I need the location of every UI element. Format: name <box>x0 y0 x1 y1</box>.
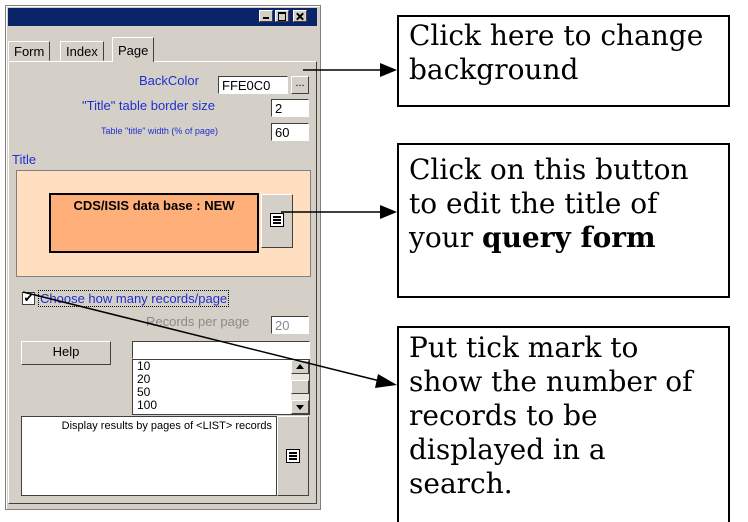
edit-form-icon <box>286 449 300 463</box>
backcolor-field[interactable]: FFE0C0 <box>218 76 288 94</box>
title-preview-box: CDS/ISIS data base : NEW <box>49 193 259 253</box>
list-scrollbar[interactable] <box>291 360 309 414</box>
scroll-thumb[interactable] <box>291 380 309 394</box>
callout-edit-title: Click on this button to edit the title o… <box>397 143 730 298</box>
title-label: Title <box>12 152 37 167</box>
records-per-page-checkbox[interactable]: ✔ <box>22 292 35 305</box>
title-bar <box>8 8 317 26</box>
list-item[interactable]: 10 <box>133 360 309 373</box>
scroll-up-icon[interactable] <box>291 360 309 374</box>
list-item[interactable]: 50 <box>133 386 309 399</box>
records-options-list[interactable]: 10 20 50 100 <box>132 359 310 415</box>
arrow-head-checkbox <box>375 374 397 388</box>
scroll-down-icon[interactable] <box>291 400 309 414</box>
maximize-icon[interactable] <box>275 10 289 22</box>
arrow-head-edit-title <box>380 205 397 219</box>
border-size-field[interactable]: 2 <box>271 99 309 117</box>
records-input[interactable] <box>132 341 310 359</box>
display-results-text[interactable]: Display results by pages of <LIST> recor… <box>21 416 277 496</box>
help-button[interactable]: Help <box>21 341 111 365</box>
title-preview-area: CDS/ISIS data base : NEW <box>16 170 311 277</box>
callout-query-form: query form <box>482 221 656 254</box>
title-width-label: Table "title" width (% of page) <box>101 126 218 136</box>
records-per-page-label: Records per page <box>146 314 250 329</box>
arrow-head-backcolor <box>380 63 397 77</box>
backcolor-browse-button[interactable]: ... <box>291 76 309 94</box>
callout-tick-mark: Put tick mark to show the number of reco… <box>397 326 730 522</box>
border-size-label: "Title" table border size <box>82 98 216 113</box>
edit-form-icon <box>270 213 284 227</box>
title-preview-text: CDS/ISIS data base : NEW <box>73 198 235 213</box>
tab-form[interactable]: Form <box>8 41 51 61</box>
edit-title-button[interactable] <box>261 194 293 248</box>
edit-display-button[interactable] <box>277 416 309 496</box>
list-item[interactable]: 100 <box>133 399 309 412</box>
records-per-page-checkbox-label[interactable]: Choose how many records/page <box>38 290 230 307</box>
close-icon[interactable] <box>293 10 307 22</box>
minimize-icon[interactable] <box>259 10 273 22</box>
backcolor-label: BackColor <box>139 73 199 88</box>
callout-background: Click here to change background <box>397 15 730 107</box>
tab-index[interactable]: Index <box>60 41 104 61</box>
records-per-page-field[interactable]: 20 <box>271 316 309 334</box>
list-item[interactable]: 20 <box>133 373 309 386</box>
title-width-field[interactable]: 60 <box>271 123 309 141</box>
options-dialog: Form Index Page BackColor FFE0C0 ... "Ti… <box>5 5 321 510</box>
tab-page[interactable]: Page <box>112 37 155 62</box>
